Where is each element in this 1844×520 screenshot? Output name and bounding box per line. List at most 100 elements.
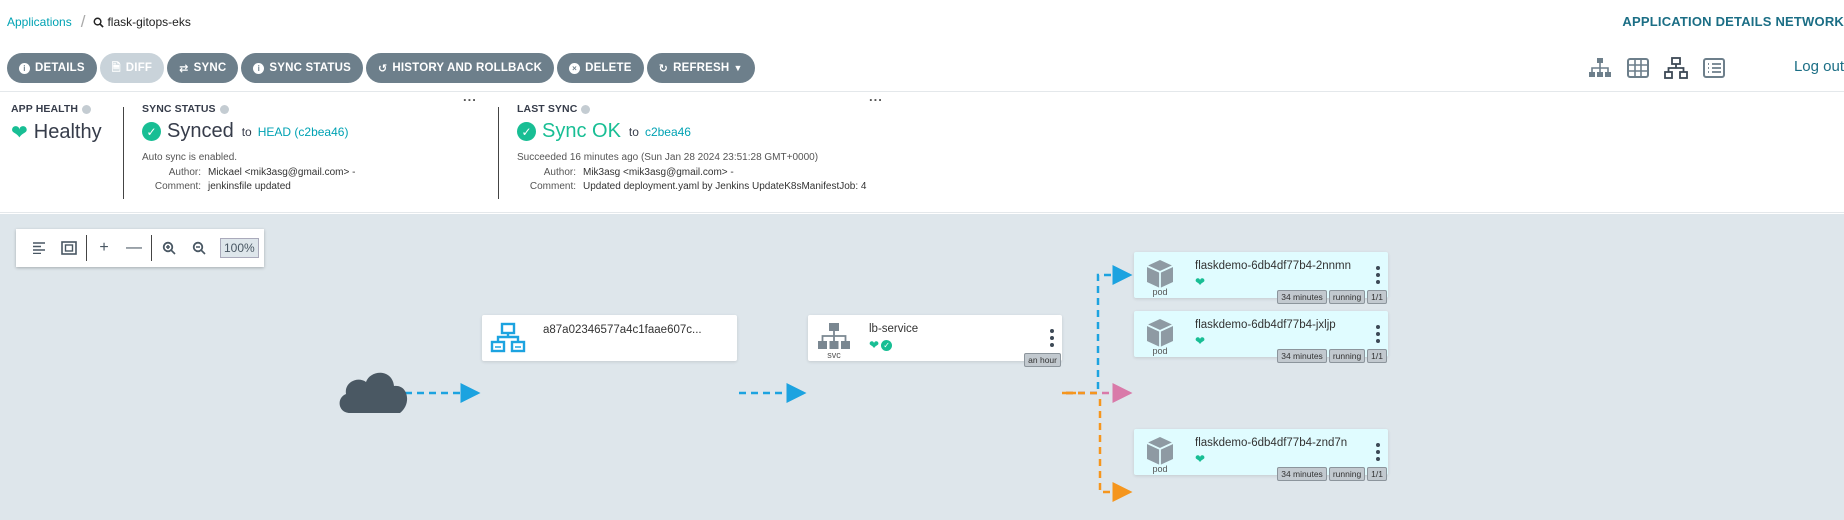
refresh-button[interactable]: ↻ REFRESH ▼ <box>646 53 755 83</box>
author-label: Author: <box>168 167 201 178</box>
last-sync-to: to <box>628 124 639 139</box>
refresh-icon: ↻ <box>658 62 669 75</box>
sync-status-value: ✓ Synced to HEAD (c2bea46) <box>142 120 482 143</box>
last-sync-revision-link[interactable]: c2bea46 <box>645 125 691 139</box>
pod-menu-icon[interactable] <box>1376 266 1380 284</box>
pod-status-icons: ❤ <box>1195 453 1205 465</box>
details-button[interactable]: i DETAILS <box>7 53 97 83</box>
heart-icon: ❤ <box>869 338 880 352</box>
pod-tags: 34 minutes running 1/1 <box>1277 467 1387 481</box>
pod-menu-icon[interactable] <box>1376 325 1380 343</box>
service-menu-icon[interactable] <box>1050 329 1054 347</box>
edge-service-to-pod-3 <box>1066 391 1130 492</box>
pod-node[interactable]: pod flaskdemo-6db4df77b4-jxljp ❤ 34 minu… <box>1134 311 1388 363</box>
details-button-label: DETAILS <box>35 62 85 74</box>
pod-tags: 34 minutes running 1/1 <box>1277 290 1387 304</box>
pod-name: flaskdemo-6db4df77b4-znd7n <box>1195 437 1348 449</box>
history-rollback-button[interactable]: ↺ HISTORY AND ROLLBACK <box>365 53 555 83</box>
last-sync-succeeded-text: Succeeded 16 minutes ago (Sun Jan 28 202… <box>517 152 819 163</box>
last-sync-comment-value: Updated deployment.yaml by Jenkins Updat… <box>583 181 867 192</box>
view-switcher <box>1588 52 1726 84</box>
sync-comment-value: jenkinsfile updated <box>208 181 291 192</box>
network-view-icon[interactable] <box>1664 57 1688 79</box>
last-sync-value: ✓ Sync OK to c2bea46 <box>517 120 937 143</box>
last-sync-more-icon[interactable]: ... <box>869 89 883 104</box>
top-bar: Applications / flask-gitops-eks <box>0 0 1844 44</box>
logout-link[interactable]: Log out <box>1794 58 1844 75</box>
sync-status-more-icon[interactable]: ... <box>463 89 477 104</box>
check-circle-icon: ✓ <box>881 339 893 351</box>
breadcrumb-separator: / <box>80 12 86 31</box>
help-icon[interactable] <box>581 104 591 114</box>
breadcrumb-current-label: flask-gitops-eks <box>107 15 191 29</box>
heart-icon: ❤ <box>1195 275 1206 289</box>
help-icon[interactable] <box>219 104 229 114</box>
cloud-icon <box>339 372 408 413</box>
breadcrumb-current[interactable]: flask-gitops-eks <box>93 15 191 29</box>
sync-button-label: SYNC <box>193 62 227 74</box>
pod-kind: pod <box>1152 464 1168 474</box>
sync-author-row: Author: Mickael <mik3asg@gmail.com> - <box>142 167 482 178</box>
pod-name: flaskdemo-6db4df77b4-jxljp <box>1195 319 1336 331</box>
info-icon: i <box>19 62 30 74</box>
load-balancer-name: a87a02346577a4c1faae607c... <box>543 324 702 336</box>
status-tag: running <box>1328 290 1366 304</box>
breadcrumb-applications-link[interactable]: Applications <box>7 15 72 29</box>
heart-icon: ❤ <box>1195 334 1206 348</box>
service-node[interactable]: svc lb-service ❤ ✓ an hour <box>808 315 1062 367</box>
list-view-icon[interactable] <box>1702 57 1726 79</box>
sync-status-revision-link[interactable]: HEAD (c2bea46) <box>258 125 349 139</box>
sync-status-to: to <box>241 124 252 139</box>
info-icon: i <box>253 62 265 74</box>
delete-button-label: DELETE <box>585 62 632 74</box>
ready-tag: 1/1 <box>1367 349 1387 363</box>
pod-node[interactable]: pod flaskdemo-6db4df77b4-znd7n ❤ 34 minu… <box>1134 429 1388 481</box>
diff-button-label: DIFF <box>125 62 153 74</box>
age-tag: an hour <box>1024 353 1061 367</box>
graph-edges <box>405 265 1844 520</box>
app-health-title-text: APP HEALTH <box>11 103 79 115</box>
service-tags: an hour <box>1024 353 1061 367</box>
pod-status-icons: ❤ <box>1195 335 1205 347</box>
app-health-value: ❤ Healthy <box>11 121 102 144</box>
last-sync-title-text: LAST SYNC <box>517 103 578 115</box>
section-divider <box>498 107 499 199</box>
last-sync-value-text: Sync OK <box>542 120 621 142</box>
pod-menu-icon[interactable] <box>1376 443 1380 461</box>
refresh-button-label: REFRESH <box>673 62 730 74</box>
ready-tag: 1/1 <box>1367 467 1387 481</box>
tree-view-icon[interactable] <box>1588 57 1612 79</box>
sync-status-value-text: Synced <box>167 120 234 142</box>
help-icon[interactable] <box>82 104 92 114</box>
comment-label: Comment: <box>154 181 201 192</box>
age-tag: 34 minutes <box>1277 349 1327 363</box>
pods-view-icon[interactable] <box>1626 57 1650 79</box>
sync-status-button[interactable]: i SYNC STATUS <box>241 53 363 83</box>
author-label: Author: <box>543 167 576 178</box>
app-health-title: APP HEALTH <box>11 103 102 115</box>
status-tag: running <box>1328 467 1366 481</box>
diff-button[interactable]: 🗎 DIFF <box>99 53 165 83</box>
status-panel: APP HEALTH ❤ Healthy SYNC STATUS ✓ Synce… <box>0 89 1844 213</box>
auto-sync-note: Auto sync is enabled. <box>142 152 238 163</box>
sync-status-section: SYNC STATUS ✓ Synced to HEAD (c2bea46) A… <box>142 103 482 192</box>
search-icon <box>94 17 105 28</box>
ready-tag: 1/1 <box>1367 290 1387 304</box>
comment-label: Comment: <box>529 181 576 192</box>
network-graph-canvas[interactable]: + — 100% a87a02346577a4c1faae607c... svc… <box>0 214 1844 520</box>
app-health-section: APP HEALTH ❤ Healthy <box>11 103 102 144</box>
last-sync-author-row: Author: Mik3asg <mik3asg@gmail.com> - <box>517 167 937 178</box>
sync-author-value: Mickael <mik3asg@gmail.com> - <box>208 167 356 178</box>
app-health-value-text: Healthy <box>33 121 102 143</box>
sync-comment-row: Comment: jenkinsfile updated <box>142 181 482 192</box>
last-sync-title: LAST SYNC <box>517 103 937 115</box>
delete-button[interactable]: × DELETE <box>557 53 644 83</box>
pod-tags: 34 minutes running 1/1 <box>1277 349 1387 363</box>
load-balancer-node[interactable]: a87a02346577a4c1faae607c... <box>482 315 737 361</box>
action-toolbar: i DETAILS 🗎 DIFF ⇄ SYNC i SYNC STATUS ↺ … <box>0 52 1844 84</box>
sync-button[interactable]: ⇄ SYNC <box>167 53 239 83</box>
sync-status-button-label: SYNC STATUS <box>269 62 351 74</box>
pod-node[interactable]: pod flaskdemo-6db4df77b4-2nnmn ❤ 34 minu… <box>1134 252 1388 304</box>
history-rollback-button-label: HISTORY AND ROLLBACK <box>392 62 543 74</box>
pod-kind: pod <box>1152 346 1168 356</box>
